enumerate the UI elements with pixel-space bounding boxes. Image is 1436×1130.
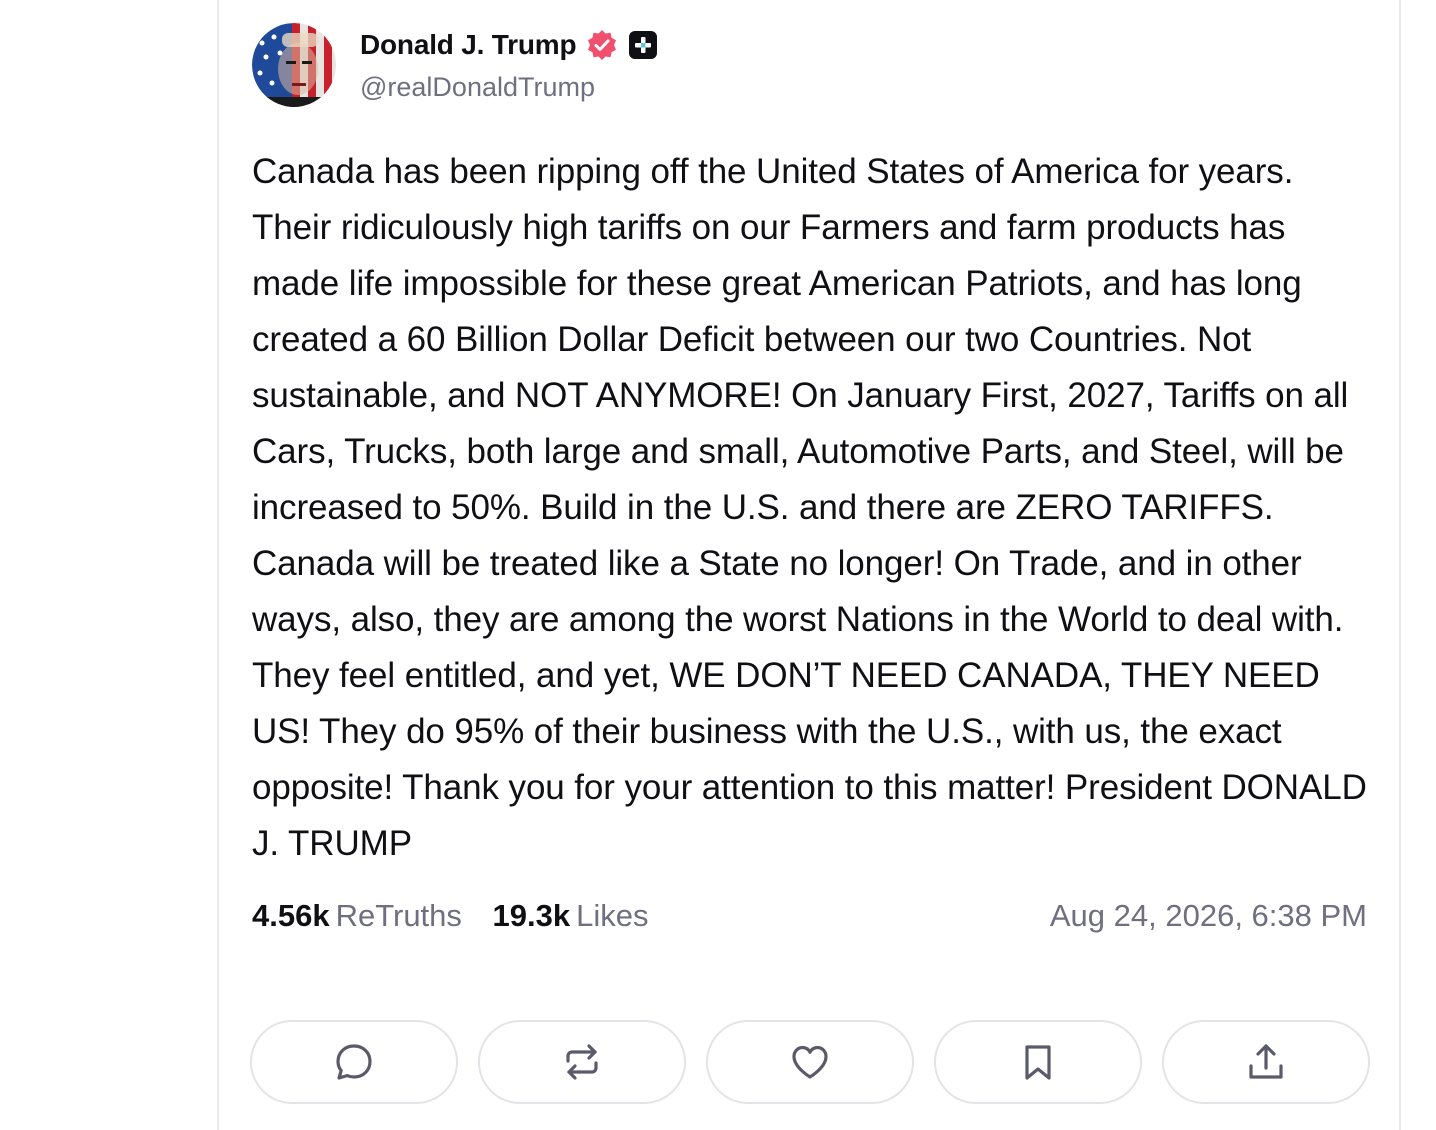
retruths-count: 4.56k bbox=[252, 898, 330, 933]
post-timestamp[interactable]: Aug 24, 2026, 6:38 PM bbox=[1050, 894, 1367, 938]
truth-plus-icon bbox=[628, 30, 658, 60]
post-header: Donald J. Trump @realDonaldTrump bbox=[252, 22, 1370, 108]
avatar[interactable] bbox=[252, 23, 336, 107]
repost-icon bbox=[566, 1044, 598, 1080]
post-card: Donald J. Trump @realDonaldTrump Canada … bbox=[252, 22, 1370, 938]
post-body: Canada has been ripping off the United S… bbox=[252, 152, 1367, 863]
retruths-stat[interactable]: 4.56k ReTruths bbox=[252, 894, 462, 938]
name-row: Donald J. Trump bbox=[360, 23, 658, 67]
likes-label: Likes bbox=[576, 898, 649, 933]
action-bar bbox=[250, 1020, 1370, 1104]
like-button[interactable] bbox=[706, 1020, 914, 1104]
author-name[interactable]: Donald J. Trump bbox=[360, 29, 577, 61]
feed-left-border bbox=[217, 0, 219, 1130]
reply-button[interactable] bbox=[250, 1020, 458, 1104]
heart-icon bbox=[792, 1045, 828, 1079]
share-button[interactable] bbox=[1162, 1020, 1370, 1104]
author-handle[interactable]: @realDonaldTrump bbox=[360, 67, 658, 107]
likes-stat[interactable]: 19.3k Likes bbox=[493, 894, 649, 938]
share-icon bbox=[1249, 1044, 1283, 1079]
comment-icon bbox=[336, 1044, 372, 1080]
retruths-label: ReTruths bbox=[335, 898, 462, 933]
verified-badge-icon bbox=[586, 29, 618, 61]
bookmark-icon bbox=[1025, 1045, 1051, 1080]
feed-right-border bbox=[1399, 0, 1401, 1130]
likes-count: 19.3k bbox=[492, 898, 571, 933]
retruth-button[interactable] bbox=[478, 1020, 686, 1104]
author-block: Donald J. Trump @realDonaldTrump bbox=[360, 23, 658, 107]
bookmark-button[interactable] bbox=[934, 1020, 1142, 1104]
post-meta: 4.56k ReTruths 19.3k Likes Aug 24, 2026, 6… bbox=[252, 894, 1370, 938]
